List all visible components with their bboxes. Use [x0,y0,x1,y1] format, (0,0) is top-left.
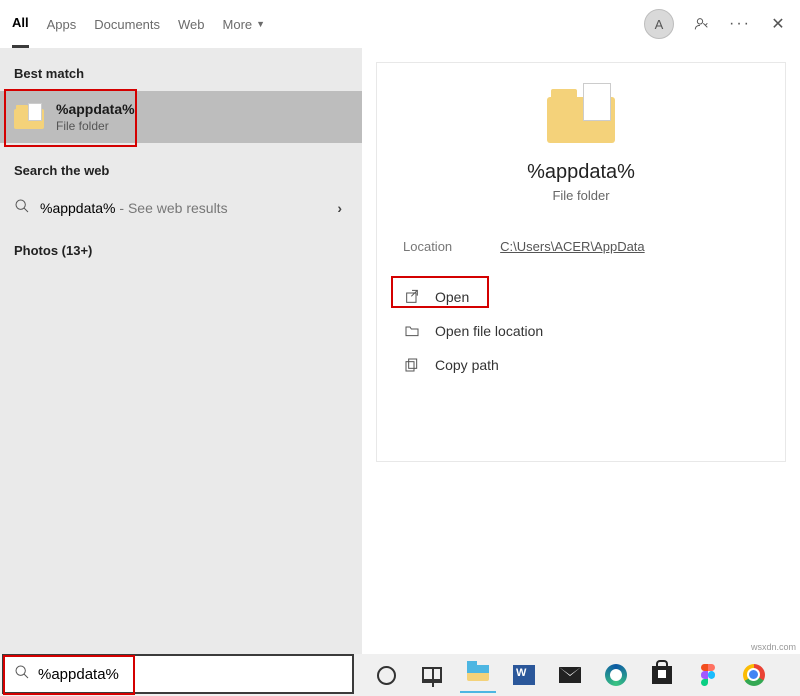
task-view-icon[interactable] [414,657,450,693]
preview-card: %appdata% File folder Location C:\Users\… [376,62,786,462]
feedback-icon[interactable] [692,14,712,34]
preview-subtitle: File folder [552,188,609,203]
mail-icon[interactable] [552,657,588,693]
close-icon[interactable]: ✕ [768,14,788,34]
taskbar [360,654,800,696]
cortana-icon[interactable] [368,657,404,693]
chrome-icon[interactable] [736,657,772,693]
action-copy-path[interactable]: Copy path [377,348,785,382]
action-open-location[interactable]: Open file location [377,314,785,348]
folder-open-icon [403,322,421,340]
copy-icon [403,356,421,374]
user-avatar[interactable]: A [644,9,674,39]
search-window: All Apps Documents Web More ▼ A ··· ✕ Be… [0,0,800,654]
search-icon [14,198,30,217]
tab-all[interactable]: All [12,0,29,48]
web-result-row[interactable]: %appdata% - See web results › [0,188,362,227]
top-bar: All Apps Documents Web More ▼ A ··· ✕ [0,0,800,48]
topbar-actions: A ··· ✕ [644,9,788,39]
preview-header: %appdata% File folder [377,87,785,203]
open-icon [403,288,421,306]
content-area: Best match %appdata% File folder Search … [0,48,800,654]
edge-icon[interactable] [598,657,634,693]
location-label: Location [403,239,452,254]
watermark: wsxdn.com [751,642,796,652]
file-explorer-icon[interactable] [460,657,496,693]
actions-list: Open Open file location Copy path [377,280,785,382]
tab-apps[interactable]: Apps [47,0,77,48]
section-photos: Photos (13+) [0,239,362,268]
folder-icon [14,105,44,129]
tab-web[interactable]: Web [178,0,205,48]
filter-tabs: All Apps Documents Web More ▼ [12,0,265,48]
result-item-appdata[interactable]: %appdata% File folder [0,91,362,143]
results-panel: Best match %appdata% File folder Search … [0,48,362,654]
chevron-down-icon: ▼ [256,19,265,29]
web-result-text: %appdata% - See web results [40,200,228,216]
search-icon [14,664,30,685]
preview-panel: %appdata% File folder Location C:\Users\… [362,48,800,654]
location-row: Location C:\Users\ACER\AppData [377,203,785,254]
figma-icon[interactable] [690,657,726,693]
preview-title: %appdata% [527,161,635,184]
store-icon[interactable] [644,657,680,693]
tab-more[interactable]: More ▼ [223,0,266,48]
result-text: %appdata% File folder [56,101,135,133]
folder-icon [547,87,615,143]
search-input[interactable] [38,666,342,683]
section-search-web: Search the web [0,159,362,188]
word-icon[interactable] [506,657,542,693]
search-box[interactable] [2,654,354,694]
chevron-right-icon: › [337,200,348,216]
location-value[interactable]: C:\Users\ACER\AppData [500,239,645,254]
section-best-match: Best match [0,62,362,91]
action-open[interactable]: Open [377,280,785,314]
more-options-icon[interactable]: ··· [730,14,750,34]
tab-documents[interactable]: Documents [94,0,160,48]
result-subtitle: File folder [56,119,135,133]
result-title: %appdata% [56,101,135,117]
